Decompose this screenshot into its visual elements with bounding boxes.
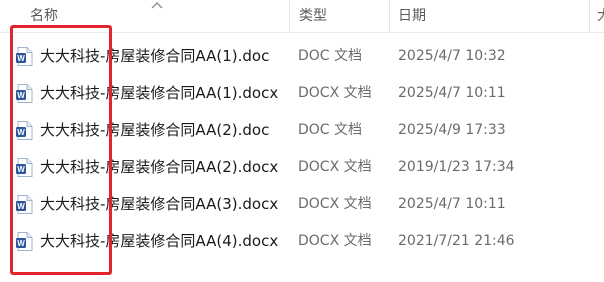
file-date: 2025/4/7 10:32 (398, 48, 506, 64)
file-name: 大大科技-房屋装修合同AA(3).docx (40, 195, 279, 213)
file-name: 大大科技-房屋装修合同AA(1).docx (40, 84, 279, 102)
file-name: 大大科技-房屋装修合同AA(1).doc (40, 47, 270, 65)
file-date: 2019/1/23 17:34 (398, 159, 515, 175)
svg-text:W: W (17, 239, 25, 248)
file-date: 2021/7/21 21:46 (398, 233, 515, 249)
word-document-icon: W (16, 232, 33, 251)
file-row[interactable]: W 大大科技-房屋装修合同AA(1).docx DOCX 文档 2025/4/7… (0, 75, 604, 112)
file-row[interactable]: W 大大科技-房屋装修合同AA(4).docx DOCX 文档 2021/7/2… (0, 223, 604, 260)
column-separator[interactable] (389, 0, 390, 32)
column-header-type[interactable]: 类型 (299, 0, 327, 32)
file-type: DOCX 文档 (298, 159, 372, 175)
svg-text:W: W (17, 128, 25, 137)
file-date: 2025/4/9 17:33 (398, 122, 506, 138)
column-header-date[interactable]: 日期 (398, 0, 426, 32)
svg-text:W: W (17, 165, 25, 174)
file-name: 大大科技-房屋装修合同AA(2).doc (40, 121, 270, 139)
column-separator[interactable] (289, 0, 290, 32)
file-type: DOCX 文档 (298, 85, 372, 101)
file-explorer-list: 名称 类型 日期 大 W 大大科技-房屋装修合同AA(1).doc DOC 文档… (0, 0, 604, 282)
file-row[interactable]: W 大大科技-房屋装修合同AA(1).doc DOC 文档 2025/4/7 1… (0, 38, 604, 75)
file-row[interactable]: W 大大科技-房屋装修合同AA(2).doc DOC 文档 2025/4/9 1… (0, 112, 604, 149)
file-type: DOCX 文档 (298, 233, 372, 249)
file-type: DOCX 文档 (298, 196, 372, 212)
file-date: 2025/4/7 10:11 (398, 196, 506, 212)
file-name: 大大科技-房屋装修合同AA(2).docx (40, 158, 279, 176)
word-document-icon: W (16, 47, 33, 66)
column-separator[interactable] (589, 0, 590, 32)
file-name: 大大科技-房屋装修合同AA(4).docx (40, 232, 279, 250)
file-date: 2025/4/7 10:11 (398, 85, 506, 101)
word-document-icon: W (16, 195, 33, 214)
column-header-size[interactable]: 大 (597, 0, 604, 32)
file-list: W 大大科技-房屋装修合同AA(1).doc DOC 文档 2025/4/7 1… (0, 38, 604, 260)
svg-text:W: W (17, 54, 25, 63)
file-type: DOC 文档 (298, 48, 363, 64)
svg-text:W: W (17, 202, 25, 211)
file-row[interactable]: W 大大科技-房屋装修合同AA(3).docx DOCX 文档 2025/4/7… (0, 186, 604, 223)
column-header-bar: 名称 类型 日期 大 (0, 0, 604, 33)
column-header-name[interactable]: 名称 (30, 0, 58, 32)
file-row[interactable]: W 大大科技-房屋装修合同AA(2).docx DOCX 文档 2019/1/2… (0, 149, 604, 186)
word-document-icon: W (16, 121, 33, 140)
file-type: DOC 文档 (298, 122, 363, 138)
word-document-icon: W (16, 158, 33, 177)
sort-ascending-icon (151, 2, 163, 9)
svg-text:W: W (17, 91, 25, 100)
word-document-icon: W (16, 84, 33, 103)
